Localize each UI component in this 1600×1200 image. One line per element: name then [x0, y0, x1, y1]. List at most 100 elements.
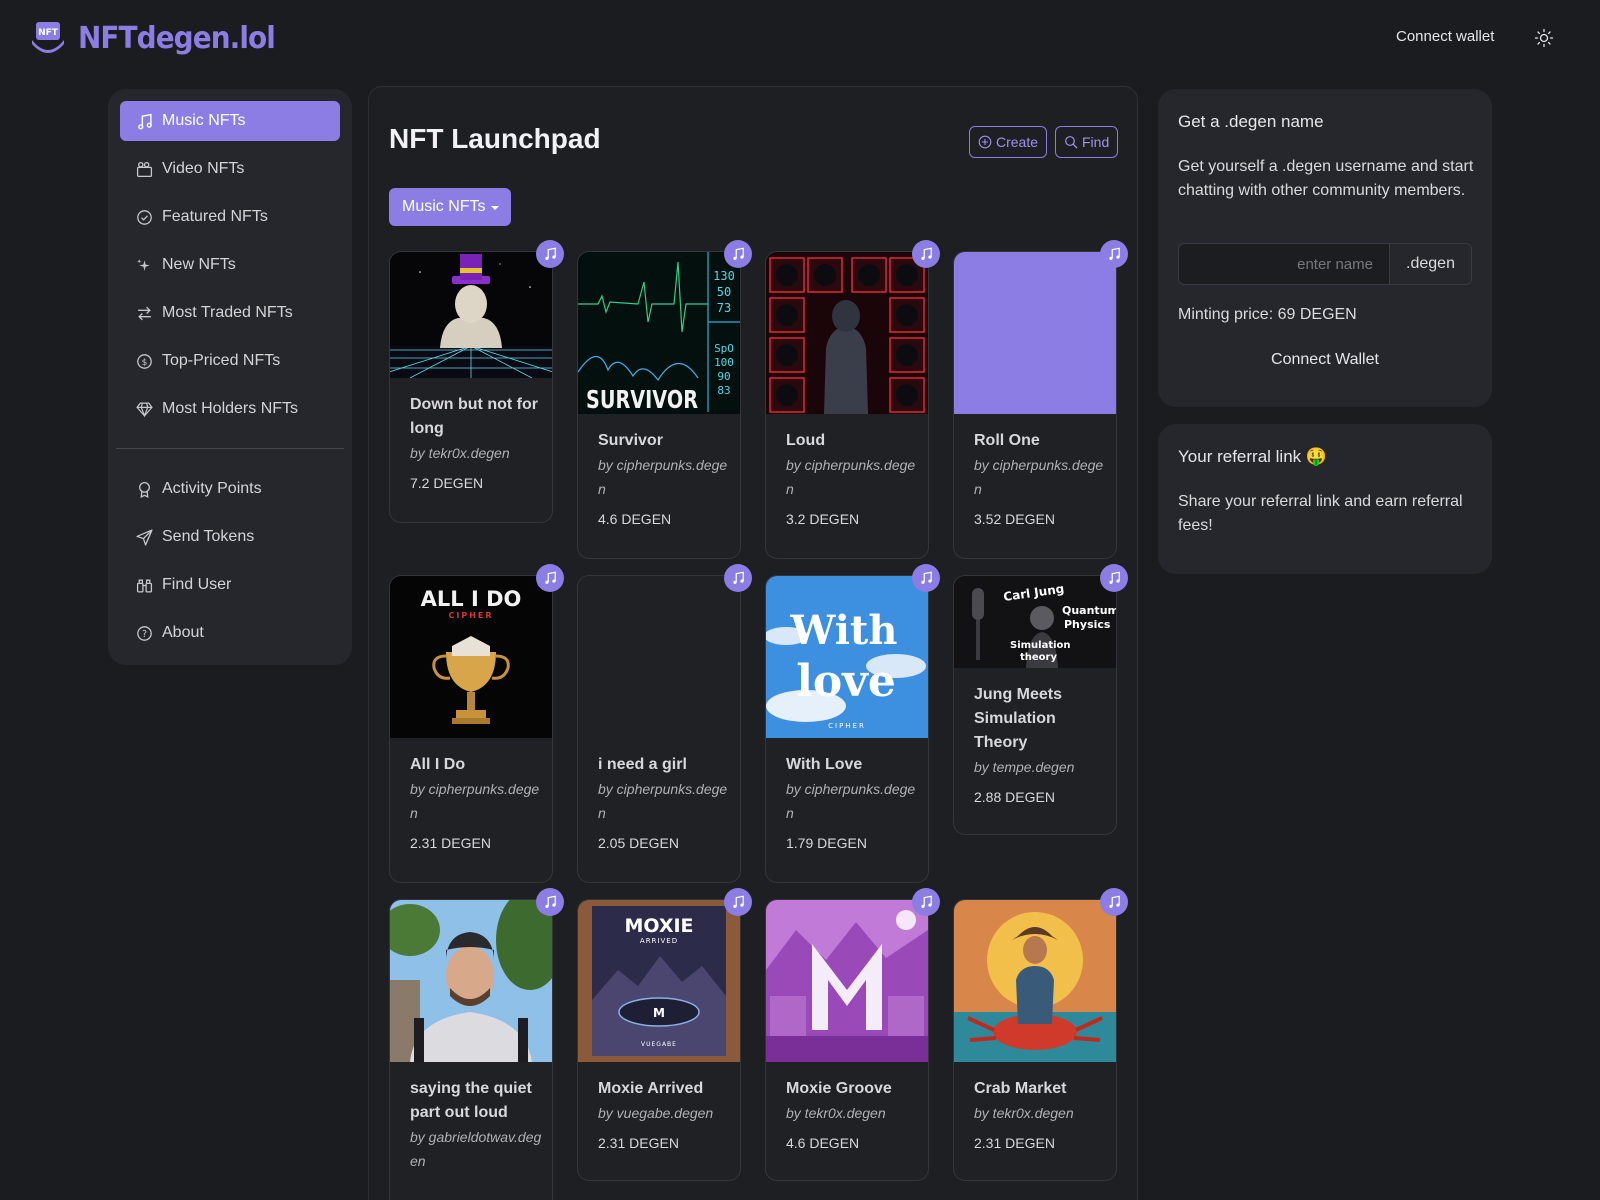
degen-name-input[interactable]	[1178, 243, 1390, 285]
nft-author: by tempe.degen	[974, 759, 1075, 775]
caret-down-icon	[490, 206, 499, 210]
nft-price: 4.6 DEGEN	[598, 511, 672, 527]
sidebar-item-activity-points[interactable]: Activity Points	[120, 469, 340, 509]
nft-card[interactable]: Carl Jung Quantum Physics Simulation the…	[953, 564, 1128, 835]
sidebar-item-about[interactable]: ? About	[120, 613, 340, 653]
nft-price: 7.2 DEGEN	[410, 475, 484, 491]
nft-price: 4.6 DEGEN	[786, 1135, 860, 1151]
find-button[interactable]: Find	[1055, 126, 1119, 158]
coin-icon: $	[137, 353, 152, 369]
music-badge	[1100, 240, 1128, 268]
nft-title: Survivor	[598, 432, 663, 449]
nft-card[interactable]: saying the quiet part out loud by gabrie…	[389, 888, 564, 1200]
degen-suffix: .degen	[1390, 243, 1472, 285]
svg-text:$: $	[142, 357, 148, 367]
nft-card[interactable]: With love CIPHER With Love by cipherpunk…	[765, 564, 940, 883]
nft-author: by cipherpunks.degen	[786, 781, 916, 821]
nft-card-body: Crab Market by tekr0x.degen 2.31 DEGEN	[974, 1077, 1108, 1153]
nft-card[interactable]: Down but not for long by tekr0x.degen 7.…	[389, 240, 564, 523]
music-badge	[1100, 564, 1128, 592]
nft-title: Moxie Groove	[786, 1080, 892, 1097]
nft-author: by cipherpunks.degen	[598, 781, 728, 821]
sidebar-item-send-tokens[interactable]: Send Tokens	[120, 517, 340, 557]
sidebar-item-music-nfts[interactable]: Music NFTs	[120, 101, 340, 141]
category-dropdown-label: Music NFTs	[402, 198, 486, 215]
nft-card-body: All I Do by cipherpunks.degen 2.31 DEGEN	[410, 753, 544, 853]
nft-card[interactable]: Crab Market by tekr0x.degen 2.31 DEGEN	[953, 888, 1128, 1181]
sidebar-item-new-nfts[interactable]: New NFTs	[120, 245, 340, 285]
nft-author: by cipherpunks.degen	[974, 457, 1104, 497]
music-badge	[536, 564, 564, 592]
nft-card-body: Loud by cipherpunks.degen 3.2 DEGEN	[786, 429, 920, 529]
sidebar-item-label: About	[162, 624, 204, 641]
site-logo[interactable]: NFT NFTdegen.lol	[28, 16, 290, 60]
nft-card[interactable]: ALL I DO CIPHER All I Do by cipherpunks.…	[389, 564, 564, 883]
nft-artwork-moxie-arrived: M MOXIE ARRIVED VUEGABE	[578, 900, 740, 1062]
nft-card[interactable]: Moxie Groove by tekr0x.degen 4.6 DEGEN	[765, 888, 940, 1181]
sidebar-item-top-priced-nfts[interactable]: $ Top-Priced NFTs	[120, 341, 340, 381]
vital-readout: SpO	[714, 342, 734, 355]
artwork-artist: CIPHER	[828, 722, 866, 730]
degen-name-panel: Get a .degen name Get yourself a .degen …	[1158, 89, 1492, 407]
panel-title: Get a .degen name	[1178, 112, 1324, 131]
sidebar: Music NFTs Video NFTs Featured NFTs New …	[108, 89, 352, 665]
artwork-title: love	[796, 656, 896, 707]
sidebar-item-label: New NFTs	[162, 256, 236, 273]
minting-price: Minting price: 69 DEGEN	[1178, 306, 1357, 323]
nft-artwork-with-love: With love CIPHER	[766, 576, 928, 738]
music-badge	[1100, 888, 1128, 916]
name-input-group: .degen	[1178, 243, 1472, 285]
svg-text:M: M	[653, 1006, 665, 1020]
nft-title: Loud	[786, 432, 826, 449]
nft-card[interactable]: Roll One by cipherpunks.degen 3.52 DEGEN	[953, 240, 1128, 559]
connect-wallet-button[interactable]: Connect Wallet	[1178, 351, 1472, 369]
nft-title: Down but not for long	[410, 396, 538, 437]
nft-price: 2.05 DEGEN	[598, 835, 679, 851]
artwork-title: MOXIE	[624, 915, 693, 937]
theme-toggle-button[interactable]	[1534, 28, 1554, 48]
nft-card[interactable]: Loud by cipherpunks.degen 3.2 DEGEN	[765, 240, 940, 559]
nft-card[interactable]: 130 50 73 SpO 100 90 83 SURVIVOR Survivo…	[577, 240, 752, 559]
category-dropdown[interactable]: Music NFTs	[389, 188, 511, 226]
music-badge	[724, 564, 752, 592]
vital-readout: 50	[717, 285, 731, 299]
send-icon	[136, 528, 153, 546]
sidebar-item-label: Most Holders NFTs	[162, 400, 299, 417]
sidebar-item-most-traded-nfts[interactable]: Most Traded NFTs	[120, 293, 340, 333]
nft-artwork-crab-market	[954, 900, 1116, 1062]
nft-artwork-jung-meets-simulation-theory: Carl Jung Quantum Physics Simulation the…	[954, 576, 1116, 668]
sidebar-item-find-user[interactable]: Find User	[120, 565, 340, 605]
sidebar-item-label: Activity Points	[162, 480, 262, 497]
sidebar-item-featured-nfts[interactable]: Featured NFTs	[120, 197, 340, 237]
nft-card-body: saying the quiet part out loud by gabrie…	[410, 1077, 544, 1173]
artwork-title: SURVIVOR	[586, 385, 698, 414]
artwork-text: theory	[1020, 652, 1057, 663]
sidebar-divider	[116, 448, 344, 449]
music-badge	[724, 240, 752, 268]
nft-author: by tekr0x.degen	[974, 1105, 1074, 1121]
nft-card[interactable]: i need a girl by cipherpunks.degen 2.05 …	[577, 564, 752, 883]
nft-title: Roll One	[974, 432, 1040, 449]
nft-card[interactable]: M MOXIE ARRIVED VUEGABE Moxie Arrived by…	[577, 888, 752, 1181]
connect-wallet-link[interactable]: Connect wallet	[1396, 28, 1494, 45]
nft-title: i need a girl	[598, 756, 687, 773]
find-button-label: Find	[1082, 134, 1110, 150]
nft-card-body: Down but not for long by tekr0x.degen 7.…	[410, 393, 544, 493]
music-note-icon	[921, 247, 932, 260]
nft-artwork-roll-one	[954, 252, 1116, 414]
badge-check-icon	[137, 209, 152, 225]
nft-card-body: Moxie Groove by tekr0x.degen 4.6 DEGEN	[786, 1077, 920, 1153]
sidebar-item-video-nfts[interactable]: Video NFTs	[120, 149, 340, 189]
logo-text[interactable]: NFTdegen.lol	[78, 21, 276, 56]
sidebar-item-label: Find User	[162, 576, 232, 593]
referral-panel: Your referral link 🤑 Share your referral…	[1158, 424, 1492, 574]
music-note-icon	[921, 571, 932, 584]
nft-price: 2.88 DEGEN	[974, 789, 1055, 805]
music-note-icon	[1109, 571, 1120, 584]
arrows-exchange-icon	[138, 306, 151, 320]
sidebar-item-label: Top-Priced NFTs	[162, 352, 281, 369]
nft-author: by gabrieldotwav.degen	[410, 1129, 542, 1169]
top-bar: NFT NFTdegen.lol Connect wallet	[0, 0, 1600, 80]
create-button[interactable]: Create	[969, 126, 1048, 158]
sidebar-item-most-holders-nfts[interactable]: Most Holders NFTs	[120, 389, 340, 429]
